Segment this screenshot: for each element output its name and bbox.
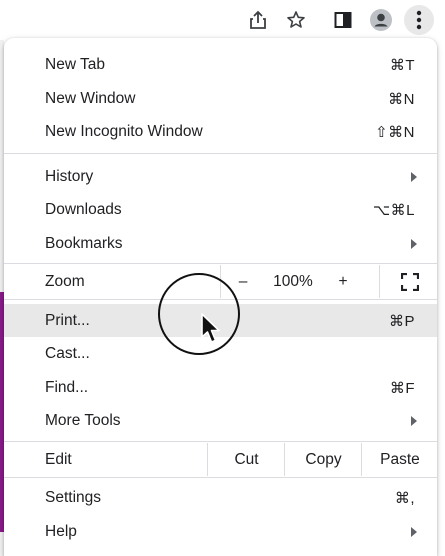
menu-item-new-incognito-window[interactable]: New Incognito Window ⇧⌘N	[4, 115, 437, 148]
browser-toolbar	[0, 0, 445, 40]
menu-item-label: New Window	[45, 89, 136, 107]
fullscreen-button[interactable]	[379, 265, 437, 298]
mouse-pointer-icon	[201, 313, 220, 343]
menu-item-new-window[interactable]: New Window ⌘N	[4, 82, 437, 115]
menu-item-label: Edit	[45, 450, 72, 468]
menu-item-label: New Incognito Window	[45, 122, 203, 140]
star-icon[interactable]	[282, 6, 310, 34]
cut-button[interactable]: Cut	[207, 443, 285, 476]
menu-item-new-tab[interactable]: New Tab ⌘T	[4, 48, 437, 81]
menu-item-label: Print...	[45, 311, 90, 329]
zoom-in-button[interactable]: +	[321, 265, 365, 298]
menu-separator	[4, 263, 437, 264]
menu-item-help[interactable]: Help	[4, 515, 437, 548]
menu-item-downloads[interactable]: Downloads ⌥⌘L	[4, 193, 437, 226]
submenu-arrow-icon	[411, 415, 417, 426]
menu-item-label: Zoom	[45, 272, 85, 290]
menu-item-label: Bookmarks	[45, 234, 123, 252]
menu-item-edit: Edit Cut Copy Paste	[4, 443, 437, 476]
menu-item-find[interactable]: Find... ⌘F	[4, 371, 437, 404]
menu-item-label: More Tools	[45, 411, 121, 429]
menu-item-shortcut: ⌘N	[388, 90, 415, 108]
fullscreen-icon	[400, 272, 419, 291]
menu-item-settings[interactable]: Settings ⌘,	[4, 481, 437, 514]
zoom-level: 100%	[273, 272, 313, 290]
copy-button[interactable]: Copy	[284, 443, 362, 476]
menu-item-label: Find...	[45, 378, 89, 396]
submenu-arrow-icon	[411, 526, 417, 537]
more-vert-icon[interactable]	[404, 5, 434, 35]
menu-item-shortcut: ⇧⌘N	[375, 123, 415, 141]
menu-item-more-tools[interactable]: More Tools	[4, 404, 437, 437]
menu-separator	[4, 477, 437, 478]
menu-separator	[4, 441, 437, 442]
menu-item-shortcut: ⌘,	[394, 489, 415, 507]
side-panel-icon[interactable]	[329, 6, 357, 34]
menu-item-bookmarks[interactable]: Bookmarks	[4, 227, 437, 260]
submenu-arrow-icon	[411, 171, 417, 182]
menu-item-label: New Tab	[45, 55, 106, 73]
menu-item-label: Cast...	[45, 344, 90, 362]
share-icon[interactable]	[244, 6, 272, 34]
menu-item-shortcut: ⌥⌘L	[372, 201, 415, 219]
menu-item-shortcut: ⌘P	[388, 312, 415, 330]
menu-item-history[interactable]: History	[4, 160, 437, 193]
paste-button[interactable]: Paste	[361, 443, 437, 476]
profile-icon[interactable]	[367, 6, 395, 34]
menu-item-label: Downloads	[45, 200, 122, 218]
menu-item-label: History	[45, 167, 94, 185]
menu-item-label: Help	[45, 522, 77, 540]
menu-item-label: Settings	[45, 488, 102, 506]
submenu-arrow-icon	[411, 238, 417, 249]
menu-separator	[4, 153, 437, 154]
zoom-controls: – 100% +	[220, 265, 437, 298]
menu-item-shortcut: ⌘T	[389, 56, 415, 74]
menu-item-shortcut: ⌘F	[389, 379, 415, 397]
